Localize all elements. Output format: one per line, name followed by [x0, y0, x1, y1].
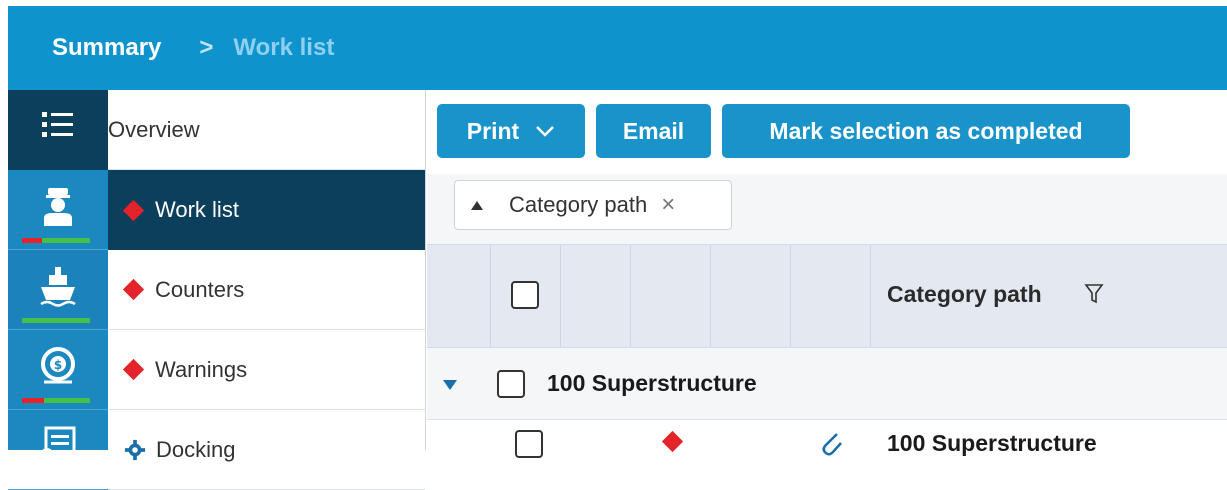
icon-rail: $	[8, 90, 108, 490]
group-chip[interactable]: Category path ×	[454, 180, 732, 230]
dollar-cycle-icon: $	[41, 347, 75, 384]
mark-completed-button[interactable]: Mark selection as completed	[722, 104, 1130, 158]
captain-icon	[44, 188, 72, 226]
breadcrumb-work-list: Work list	[233, 34, 335, 61]
sort-ascending-icon[interactable]	[471, 200, 483, 210]
row-checkbox[interactable]	[515, 430, 543, 458]
close-icon[interactable]: ×	[661, 191, 675, 219]
group-title: 100 Superstructure	[547, 370, 757, 396]
subnav-item-label: Counters	[155, 276, 245, 302]
breadcrumb: Summary > Work list	[8, 6, 1227, 90]
subnav-item-overview[interactable]: Overview	[108, 90, 425, 170]
rail-crew-button[interactable]	[8, 170, 108, 250]
window-edge-left	[0, 0, 8, 450]
red-diamond-icon	[122, 199, 145, 221]
group-chip-label: Category path	[509, 192, 648, 217]
ship-icon	[40, 267, 76, 307]
group-by-panel: Category path ×	[427, 174, 1227, 244]
red-diamond-icon	[661, 430, 684, 453]
chevron-down-icon	[536, 126, 555, 137]
toolbar: Print Email Mark selection as completed	[427, 90, 1227, 174]
subnav-item-work-list[interactable]: Work list	[108, 170, 425, 250]
document-list-icon	[41, 426, 76, 460]
subnav-item-label: Work list	[155, 197, 239, 222]
subnav-item-docking[interactable]: Docking	[108, 410, 425, 490]
vessel-status-bar	[22, 318, 90, 323]
crew-status-bar	[22, 238, 90, 243]
print-button[interactable]: Print	[437, 104, 585, 158]
email-button[interactable]: Email	[596, 104, 711, 158]
row-category-path: 100 Superstructure	[887, 430, 1097, 456]
column-header-category-path[interactable]: Category path	[887, 281, 1042, 308]
breadcrumb-chevron-icon: >	[199, 34, 214, 61]
rail-documents-button[interactable]	[8, 410, 108, 490]
grid-header-cell	[631, 245, 711, 347]
grid-header-cell	[427, 245, 491, 347]
red-diamond-icon	[122, 358, 145, 381]
rail-vessel-button[interactable]	[8, 250, 108, 330]
secondary-nav: Overview Work list Counters Warnings Doc…	[108, 90, 426, 490]
grid-header-cell	[791, 245, 871, 347]
finance-status-bar	[22, 398, 90, 403]
group-row: 100 Superstructure	[427, 348, 1227, 420]
grid-header-cell	[561, 245, 631, 347]
list-menu-icon	[42, 112, 73, 137]
print-button-label: Print	[466, 117, 520, 144]
subnav-item-counters[interactable]: Counters	[108, 250, 425, 330]
select-all-checkbox[interactable]	[511, 281, 539, 309]
subnav-item-label: Warnings	[155, 356, 248, 382]
grid-header: Category path	[427, 244, 1227, 348]
group-checkbox[interactable]	[497, 370, 525, 398]
grid-header-cell	[491, 245, 561, 347]
table-row[interactable]: 100 Superstructure	[427, 420, 1227, 460]
subnav-item-warnings[interactable]: Warnings	[108, 330, 425, 410]
main-content: Print Email Mark selection as completed …	[427, 90, 1227, 460]
rail-finance-button[interactable]: $	[8, 330, 108, 410]
filter-icon[interactable]	[1084, 283, 1104, 305]
svg-text:$: $	[54, 358, 62, 372]
red-diamond-icon	[122, 278, 145, 301]
subnav-item-label: Overview	[108, 116, 200, 142]
expand-icon[interactable]	[443, 380, 457, 390]
grid-header-cell	[711, 245, 791, 347]
breadcrumb-summary[interactable]: Summary	[52, 34, 161, 62]
paperclip-icon[interactable]	[819, 430, 845, 460]
rail-menu-button[interactable]	[8, 90, 108, 170]
